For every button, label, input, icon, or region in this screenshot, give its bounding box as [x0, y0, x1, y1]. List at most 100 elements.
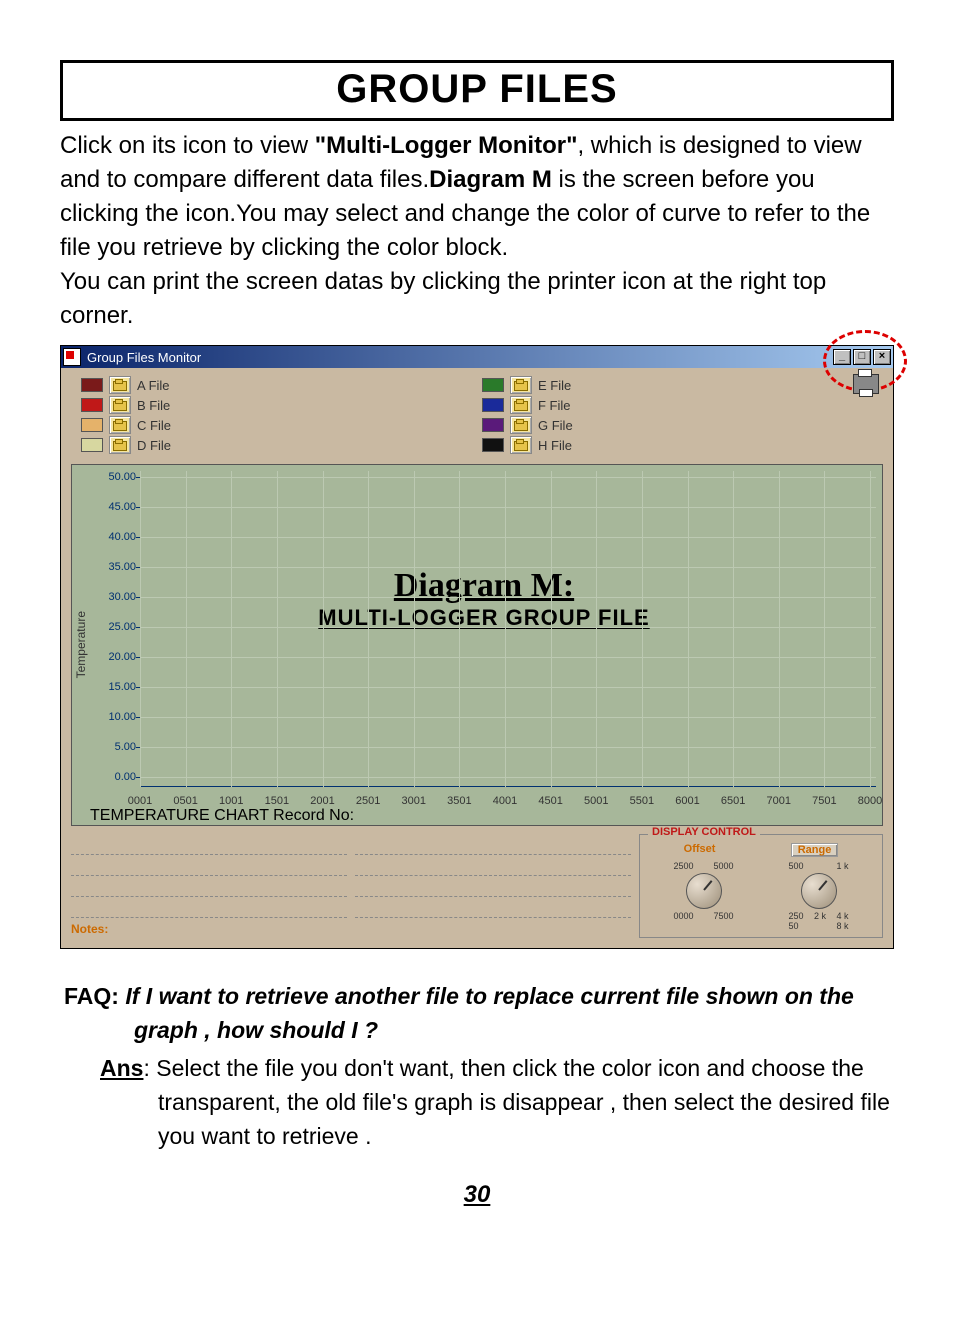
- file-label: E File: [538, 378, 571, 393]
- grid-line: [140, 567, 876, 568]
- color-block[interactable]: [81, 378, 103, 392]
- x-tick: 4001: [493, 795, 517, 807]
- minimize-button[interactable]: _: [833, 349, 851, 365]
- open-file-icon[interactable]: [510, 376, 532, 394]
- p1-pre: Click on its icon to view: [60, 132, 315, 159]
- info-row: [71, 901, 347, 918]
- info-row: [355, 859, 631, 876]
- open-file-icon[interactable]: [510, 436, 532, 454]
- page-title-box: GROUP FILES: [60, 60, 894, 121]
- file-label: H File: [538, 438, 572, 453]
- file-item-b[interactable]: B File: [81, 396, 482, 414]
- grid-line: [368, 471, 369, 787]
- open-file-icon[interactable]: [109, 416, 131, 434]
- faq-answer-text: : Select the file you don't want, then c…: [143, 1055, 889, 1149]
- file-item-h[interactable]: H File: [482, 436, 883, 454]
- color-block[interactable]: [81, 438, 103, 452]
- range-knob[interactable]: 500 1 k 250 2 k 4 k 50 8 k: [789, 861, 849, 931]
- faq-question: FAQ: If I want to retrieve another file …: [64, 979, 894, 1047]
- printer-icon[interactable]: [853, 374, 879, 394]
- open-file-icon[interactable]: [510, 396, 532, 414]
- file-item-f[interactable]: F File: [482, 396, 883, 414]
- file-item-e[interactable]: E File: [482, 376, 883, 394]
- grid-line: [551, 471, 552, 787]
- y-tick: 35.00: [92, 561, 136, 573]
- y-tick: 0.00: [92, 771, 136, 783]
- y-tick: 20.00: [92, 651, 136, 663]
- tick: 2 k: [814, 911, 826, 921]
- grid-line: [140, 687, 876, 688]
- grid-line: [414, 471, 415, 787]
- tick: 250: [789, 911, 804, 921]
- tick: 4 k: [836, 911, 848, 921]
- x-tick: 1501: [265, 795, 289, 807]
- grid-line: [733, 471, 734, 787]
- file-item-a[interactable]: A File: [81, 376, 482, 394]
- open-file-icon[interactable]: [109, 396, 131, 414]
- color-block[interactable]: [482, 378, 504, 392]
- info-fields-left: Notes:: [71, 834, 347, 938]
- x-tick: 7501: [812, 795, 836, 807]
- knob-dial[interactable]: [801, 873, 837, 909]
- range-button[interactable]: Range: [791, 843, 839, 857]
- x-axis-line: [140, 786, 876, 787]
- offset-knob[interactable]: 2500 5000 0000 7500: [674, 861, 734, 931]
- y-tick: 40.00: [92, 531, 136, 543]
- open-file-icon[interactable]: [510, 416, 532, 434]
- chart-area[interactable]: Temperature Diagram M: MULTI-LOGGER GROU…: [71, 464, 883, 826]
- x-tick: 0501: [173, 795, 197, 807]
- x-tick: 5001: [584, 795, 608, 807]
- x-tick: 2501: [356, 795, 380, 807]
- file-label: G File: [538, 418, 573, 433]
- color-block[interactable]: [482, 418, 504, 432]
- grid-line: [505, 471, 506, 787]
- display-control-title: DISPLAY CONTROL: [648, 826, 760, 838]
- tick: 5000: [713, 861, 733, 871]
- notes-label: Notes:: [71, 922, 347, 936]
- grid-line: [596, 471, 597, 787]
- close-button[interactable]: ×: [873, 349, 891, 365]
- color-block[interactable]: [482, 398, 504, 412]
- grid-line: [779, 471, 780, 787]
- tick: 0000: [674, 911, 694, 921]
- info-row: [71, 859, 347, 876]
- file-selector-row: A File B File C File D File E: [61, 368, 893, 464]
- x-tick: 7001: [767, 795, 791, 807]
- info-row: [71, 880, 347, 897]
- plot[interactable]: Diagram M: MULTI-LOGGER GROUP FILE 50.00…: [92, 471, 876, 807]
- app-window: Group Files Monitor _ □ × A File B File …: [60, 345, 894, 949]
- file-item-c[interactable]: C File: [81, 416, 482, 434]
- grid-line: [824, 471, 825, 787]
- grid-line: [186, 471, 187, 787]
- grid-line: [323, 471, 324, 787]
- grid-line: [140, 477, 876, 478]
- file-label: A File: [137, 378, 170, 393]
- y-tick: 30.00: [92, 591, 136, 603]
- tick: 2500: [674, 861, 694, 871]
- open-file-icon[interactable]: [109, 376, 131, 394]
- offset-label: Offset: [684, 843, 716, 857]
- file-col-right: E File F File G File H File: [482, 374, 883, 456]
- window-titlebar[interactable]: Group Files Monitor _ □ ×: [61, 346, 893, 368]
- file-item-d[interactable]: D File: [81, 436, 482, 454]
- grid-line: [277, 471, 278, 787]
- grid-line: [459, 471, 460, 787]
- tick: 7500: [713, 911, 733, 921]
- chart-bottom-labels: TEMPERATURE CHART Record No:: [90, 807, 882, 825]
- grid-line: [140, 627, 876, 628]
- x-tick: 1001: [219, 795, 243, 807]
- x-tick: 5501: [630, 795, 654, 807]
- tick: 1 k: [836, 861, 848, 871]
- color-block[interactable]: [81, 418, 103, 432]
- file-item-g[interactable]: G File: [482, 416, 883, 434]
- color-block[interactable]: [81, 398, 103, 412]
- ans-label: Ans: [100, 1055, 143, 1081]
- faq-block: FAQ: If I want to retrieve another file …: [60, 979, 894, 1153]
- maximize-button[interactable]: □: [853, 349, 871, 365]
- color-block[interactable]: [482, 438, 504, 452]
- knob-dial[interactable]: [686, 873, 722, 909]
- chart-title-label: TEMPERATURE CHART: [90, 807, 269, 824]
- grid-line: [140, 717, 876, 718]
- y-tick: 25.00: [92, 621, 136, 633]
- open-file-icon[interactable]: [109, 436, 131, 454]
